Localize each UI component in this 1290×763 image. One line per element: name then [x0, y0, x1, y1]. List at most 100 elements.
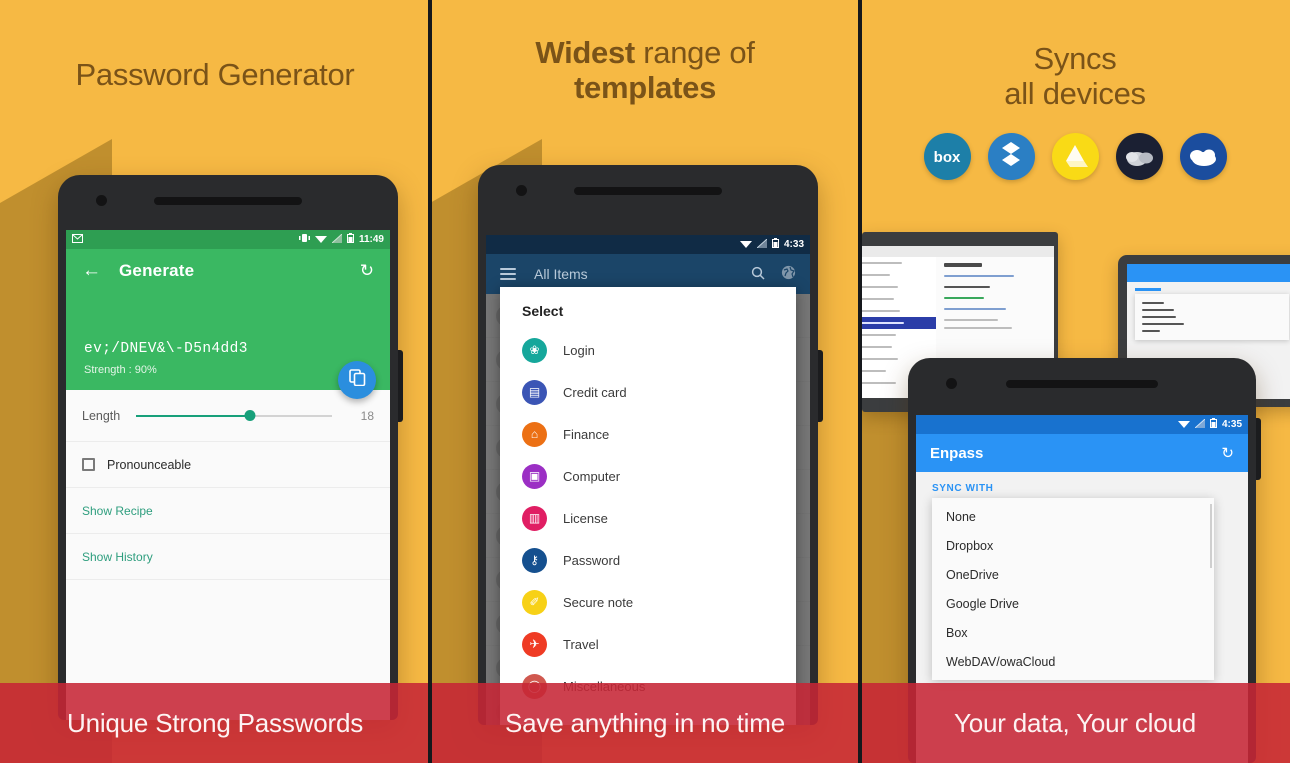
length-value: 18 — [360, 408, 374, 423]
menu-option — [1142, 330, 1160, 332]
signal-off-icon — [331, 233, 343, 246]
front-camera-icon — [946, 378, 957, 389]
sync-option-onedrive[interactable]: OneDrive — [932, 560, 1214, 589]
license-icon: ▥ — [522, 505, 547, 531]
headline-line1: Syncs — [1033, 41, 1117, 76]
template-option-label: Credit card — [563, 384, 627, 400]
pronounceable-row[interactable]: Pronounceable — [66, 442, 390, 488]
show-recipe-row[interactable]: Show Recipe — [66, 488, 390, 534]
hamburger-icon[interactable] — [500, 268, 516, 280]
item-text — [860, 310, 900, 312]
template-options-list: ❀ Login ▤ Credit card ⌂ Finance ▣ Computer ▥ Lice… — [500, 329, 796, 707]
template-option-license[interactable]: ▥ License — [500, 497, 796, 539]
desktop-toolbar — [860, 246, 1054, 257]
template-option-label: Password — [563, 552, 621, 568]
sync-option-google-drive[interactable]: Google Drive — [932, 589, 1214, 618]
wifi-icon — [739, 239, 752, 251]
generated-password-text: ev;/DNEV&\-D5n4dd3 — [84, 341, 248, 357]
item-text — [860, 286, 898, 288]
slider-fill — [136, 414, 250, 417]
sync-option-webdav-owacloud[interactable]: WebDAV/owaCloud — [932, 647, 1214, 676]
google-drive-icon — [1051, 133, 1099, 181]
svg-text:box: box — [933, 149, 960, 166]
box-icon: box — [923, 133, 971, 181]
regenerate-icon[interactable]: ↻ — [360, 261, 374, 281]
copy-password-fab[interactable] — [338, 361, 376, 399]
list-item — [860, 257, 936, 269]
password-icon: ⚷ — [522, 547, 547, 573]
password-strength-label: Strength : 90% — [84, 364, 157, 376]
template-option-label: Computer — [563, 468, 621, 484]
credit-card-icon: ▤ — [522, 379, 547, 405]
template-option-finance[interactable]: ⌂ Finance — [500, 413, 796, 455]
detail-field — [944, 319, 998, 321]
template-option-secure-note[interactable]: ✐ Secure note — [500, 581, 796, 623]
list-item — [860, 341, 936, 353]
length-slider[interactable] — [136, 410, 332, 421]
panel-divider-1 — [428, 0, 432, 763]
all-items-title: All Items — [534, 266, 588, 282]
phone-device-2: 4:33 All Items Select ❀ Login ▤ Credit c… — [478, 165, 823, 725]
back-arrow-icon[interactable]: ← — [82, 261, 101, 280]
show-history-link[interactable]: Show History — [82, 550, 153, 564]
template-option-computer[interactable]: ▣ Computer — [500, 455, 796, 497]
sync-option-box[interactable]: Box — [932, 618, 1214, 647]
mail-icon — [72, 233, 83, 246]
power-button[interactable] — [1256, 418, 1261, 480]
app-bar-3: Enpass ↻ — [916, 434, 1248, 472]
panel-3-headline: Syncs all devices — [860, 0, 1290, 111]
item-text — [860, 358, 898, 360]
panel-1-banner-text: Unique Strong Passwords — [67, 707, 363, 738]
vibrate-icon — [298, 233, 310, 246]
status-bar-time-2: 4:33 — [783, 239, 804, 250]
dropbox-icon — [987, 133, 1035, 181]
globe-icon[interactable] — [781, 265, 796, 283]
android-status-bar-1: 11:49 — [66, 230, 390, 249]
list-item — [860, 281, 936, 293]
wifi-icon — [314, 234, 327, 246]
android-status-bar-2: 4:33 — [486, 235, 810, 254]
template-option-credit-card[interactable]: ▤ Credit card — [500, 371, 796, 413]
owncloud-icon — [1115, 133, 1163, 181]
travel-icon: ✈ — [522, 631, 547, 657]
panel-3-banner-text: Your data, Your cloud — [953, 707, 1197, 738]
item-text — [860, 322, 904, 324]
select-template-dialog: Select ❀ Login ▤ Credit card ⌂ Finance ▣ Comput… — [500, 287, 796, 725]
sync-option-dropbox[interactable]: Dropbox — [932, 531, 1214, 560]
panel-1-headline: Password Generator — [0, 0, 430, 93]
front-camera-icon — [96, 195, 107, 206]
sync-option-none[interactable]: None — [932, 502, 1214, 531]
secure-note-icon: ✐ — [522, 589, 547, 615]
power-button[interactable] — [398, 350, 403, 422]
status-bar-time-3: 4:35 — [1221, 419, 1242, 430]
earpiece-speaker — [574, 187, 722, 195]
panel-divider-2 — [858, 0, 862, 763]
panel-2-headline: Widest range of templates — [430, 0, 860, 105]
sync-refresh-icon[interactable]: ↻ — [1221, 444, 1234, 462]
earpiece-speaker — [154, 197, 302, 205]
detail-field — [944, 297, 984, 299]
template-option-label: Travel — [563, 636, 599, 652]
panel-2-banner: Save anything in no time — [430, 683, 860, 763]
menu-scrollbar[interactable] — [1210, 504, 1212, 568]
headline-line2: templates — [573, 69, 717, 105]
empty-row — [66, 580, 390, 626]
search-icon[interactable] — [751, 266, 765, 283]
item-text — [860, 274, 890, 276]
wifi-icon — [1177, 419, 1190, 431]
menu-option — [1142, 309, 1174, 311]
show-recipe-link[interactable]: Show Recipe — [82, 504, 153, 518]
detail-field — [944, 286, 990, 288]
pronounceable-checkbox[interactable] — [82, 458, 95, 471]
slider-handle[interactable] — [244, 410, 256, 421]
template-option-travel[interactable]: ✈ Travel — [500, 623, 796, 665]
template-option-password[interactable]: ⚷ Password — [500, 539, 796, 581]
power-button[interactable] — [818, 350, 823, 422]
template-option-login[interactable]: ❀ Login — [500, 329, 796, 371]
length-row[interactable]: Length 18 — [66, 390, 390, 442]
list-item-selected — [860, 317, 936, 329]
headline-line1: Password Generator — [75, 57, 355, 92]
item-text — [860, 346, 892, 348]
generator-options-list: Length 18 Pronounceable Show Recipe Show… — [66, 390, 390, 626]
show-history-row[interactable]: Show History — [66, 534, 390, 580]
